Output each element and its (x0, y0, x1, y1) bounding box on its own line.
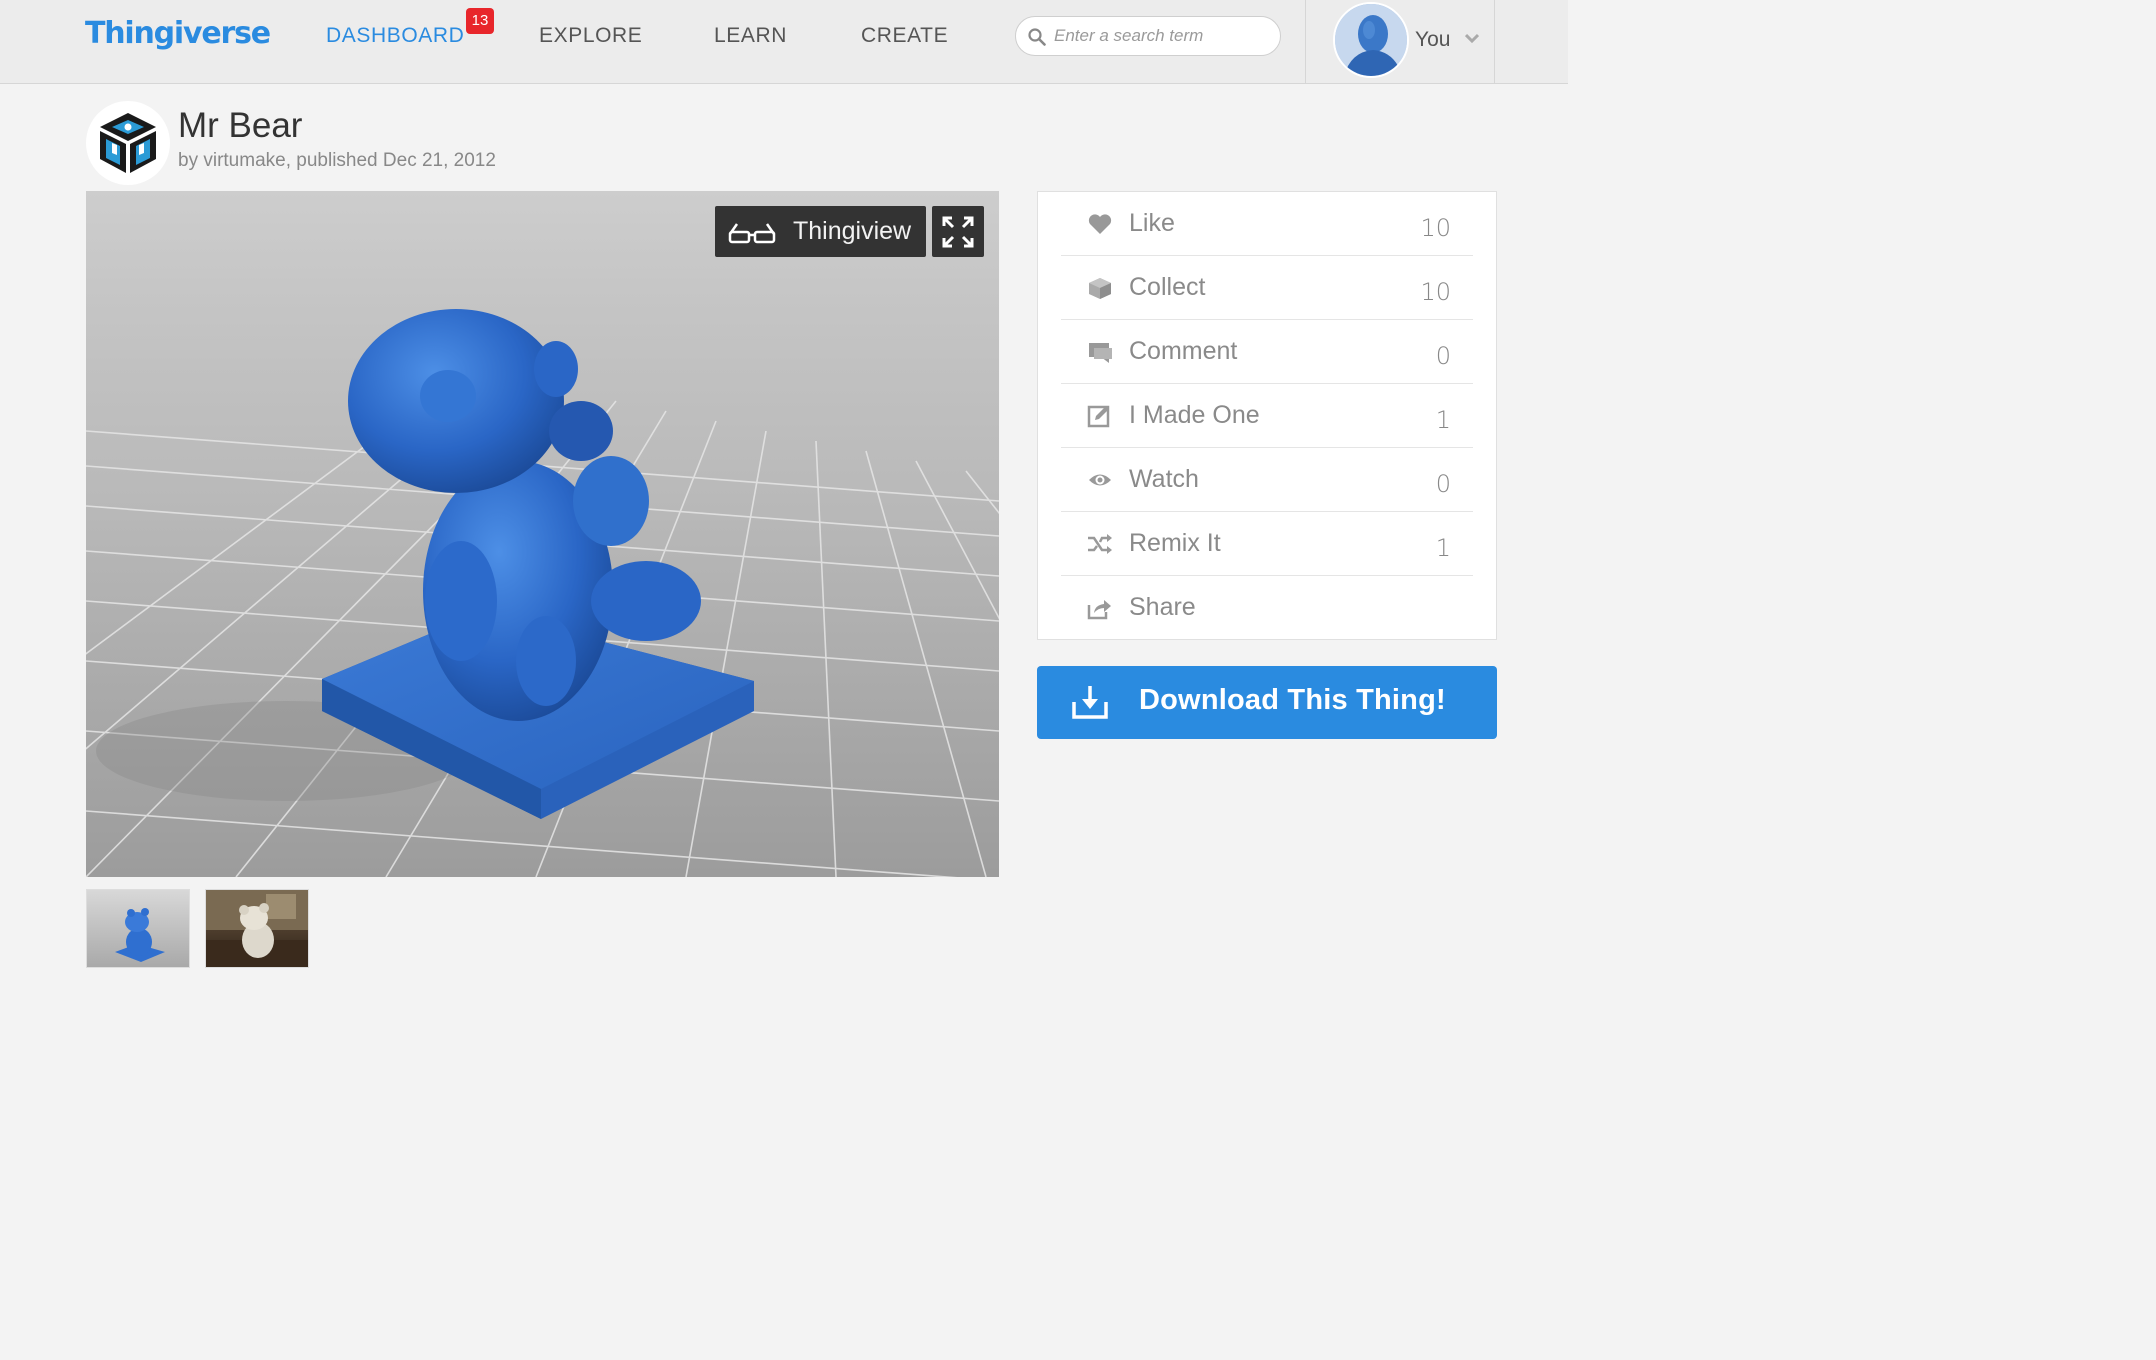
edit-pencil-icon (1087, 405, 1110, 428)
cube-logo-icon (100, 113, 156, 173)
creator-avatar[interactable] (86, 101, 170, 185)
action-label: Watch (1129, 465, 1199, 493)
eye-icon (1089, 474, 1111, 486)
notification-badge[interactable]: 13 (466, 8, 494, 34)
model-viewer[interactable]: Thingiview (86, 191, 999, 877)
nav-dashboard[interactable]: DASHBOARD (326, 24, 464, 48)
action-i-made-one[interactable]: I Made One 1 (1061, 384, 1473, 448)
action-share[interactable]: Share (1061, 576, 1473, 640)
3d-model-render (86, 309, 999, 877)
actions-panel: Like 10 Collect 10 Comment 0 I Made One … (1037, 191, 1497, 640)
nav-create[interactable]: CREATE (861, 24, 948, 48)
action-count: 0 (1435, 470, 1451, 498)
heart-icon (1088, 214, 1112, 234)
action-label: Like (1129, 209, 1175, 237)
action-watch[interactable]: Watch 0 (1061, 448, 1473, 512)
user-avatar[interactable] (1333, 2, 1409, 78)
byline: by virtumake, published Dec 21, 2012 (178, 150, 496, 172)
action-label: I Made One (1129, 401, 1260, 429)
fullscreen-button[interactable] (932, 206, 984, 257)
byline-prefix: by (178, 150, 199, 171)
blue-bear-thumbnail (115, 908, 165, 962)
action-comment[interactable]: Comment 0 (1061, 320, 1473, 384)
shuffle-icon (1088, 534, 1112, 554)
collect-box-icon (1089, 278, 1111, 299)
nav-explore[interactable]: EXPLORE (539, 24, 642, 48)
action-like[interactable]: Like 10 (1061, 192, 1473, 256)
action-count: 0 (1435, 342, 1451, 370)
share-icon (1087, 600, 1111, 620)
user-menu-label[interactable]: You (1415, 28, 1450, 52)
author-link[interactable]: virtumake (203, 150, 285, 171)
action-count: 1 (1435, 406, 1451, 434)
download-button[interactable]: Download This Thing! (1037, 666, 1497, 739)
nav-learn[interactable]: LEARN (714, 24, 787, 48)
divider (1494, 0, 1495, 84)
thing-title: Mr Bear (178, 106, 303, 145)
top-navbar: Thingiverse DASHBOARD 13 EXPLORE LEARN C… (0, 0, 1568, 84)
download-icon (1072, 686, 1108, 719)
thumbnail-2[interactable] (205, 889, 309, 968)
published-date: Dec 21, 2012 (382, 150, 496, 171)
action-count: 10 (1420, 214, 1451, 242)
action-remix[interactable]: Remix It 1 (1061, 512, 1473, 576)
download-label: Download This Thing! (1139, 684, 1446, 716)
thingiview-label: Thingiview (793, 217, 912, 245)
thingiverse-logo[interactable]: Thingiverse (85, 16, 271, 51)
thumbnail-1[interactable] (86, 889, 190, 968)
search-icon (1028, 28, 1046, 46)
action-label: Comment (1129, 337, 1238, 365)
expand-icon (942, 216, 974, 248)
action-label: Share (1129, 593, 1196, 621)
3d-glasses-icon (728, 223, 776, 244)
action-count: 1 (1435, 534, 1451, 562)
comment-icon (1089, 343, 1112, 363)
action-label: Remix It (1129, 529, 1221, 557)
search-box[interactable] (1015, 16, 1281, 56)
search-input[interactable] (1054, 23, 1269, 49)
action-count: 10 (1420, 278, 1451, 306)
divider (1305, 0, 1306, 84)
published-label: , published (285, 150, 378, 171)
chevron-down-icon[interactable] (1465, 33, 1479, 43)
thingiview-button[interactable]: Thingiview (715, 206, 926, 257)
action-collect[interactable]: Collect 10 (1061, 256, 1473, 320)
action-label: Collect (1129, 273, 1206, 301)
printed-bear-thumbnail (206, 890, 308, 967)
